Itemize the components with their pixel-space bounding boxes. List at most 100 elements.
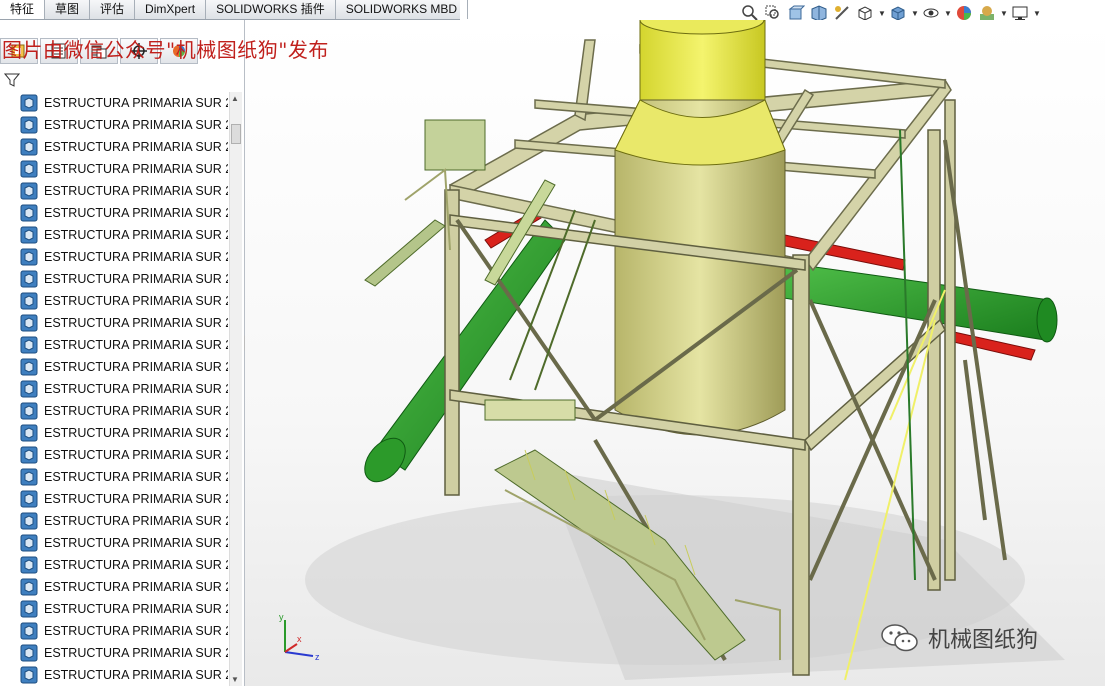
part-icon (20, 600, 38, 618)
graphics-viewport[interactable]: y z x (245, 20, 1105, 686)
tree-item-label: ESTRUCTURA PRIMARIA SUR 2- (44, 558, 228, 572)
part-icon (20, 380, 38, 398)
wechat-account-name: 机械图纸狗 (928, 628, 1039, 653)
feature-tree: ESTRUCTURA PRIMARIA SUR 2- ESTRUCTURA PRI… (20, 92, 228, 686)
tree-item-label: ESTRUCTURA PRIMARIA SUR 2- (44, 272, 228, 286)
tree-item-part[interactable]: ESTRUCTURA PRIMARIA SUR 2- (20, 554, 228, 576)
chevron-down-icon[interactable]: ▼ (1000, 9, 1008, 18)
tree-item-label: ESTRUCTURA PRIMARIA SUR 2- (44, 96, 228, 110)
tree-item-label: ESTRUCTURA PRIMARIA SUR 2- (44, 580, 228, 594)
tree-item-label: ESTRUCTURA PRIMARIA SUR 2- (44, 646, 228, 660)
feature-manager-panel: ESTRUCTURA PRIMARIA SUR 2- ESTRUCTURA PRI… (0, 20, 245, 686)
tree-item-part[interactable]: ESTRUCTURA PRIMARIA SUR 2- (20, 642, 228, 664)
tree-item-label: ESTRUCTURA PRIMARIA SUR 2- (44, 536, 228, 550)
part-icon (20, 226, 38, 244)
scrollbar-thumb[interactable] (231, 124, 241, 144)
part-icon (20, 336, 38, 354)
tab-solidworks-addins[interactable]: SOLIDWORKS 插件 (206, 0, 336, 19)
tree-item-label: ESTRUCTURA PRIMARIA SUR 2- (44, 316, 228, 330)
filter-icon[interactable] (3, 72, 21, 93)
tree-item-part[interactable]: ESTRUCTURA PRIMARIA SUR 2- (20, 576, 228, 598)
tree-item-label: ESTRUCTURA PRIMARIA SUR 2- (44, 118, 228, 132)
tab-solidworks-mbd[interactable]: SOLIDWORKS MBD (336, 0, 469, 19)
tree-item-part[interactable]: ESTRUCTURA PRIMARIA SUR 2- (20, 158, 228, 180)
part-icon (20, 292, 38, 310)
tree-item-label: ESTRUCTURA PRIMARIA SUR 2- (44, 382, 228, 396)
tree-item-part[interactable]: ESTRUCTURA PRIMARIA SUR 2- (20, 202, 228, 224)
steel-structure-model (305, 20, 1065, 681)
tree-item-part[interactable]: ESTRUCTURA PRIMARIA SUR 2- (20, 224, 228, 246)
triad-x-label: x (297, 634, 302, 644)
chevron-down-icon[interactable]: ▼ (1033, 9, 1041, 18)
part-icon (20, 424, 38, 442)
tree-item-label: ESTRUCTURA PRIMARIA SUR 2- (44, 206, 228, 220)
part-icon (20, 556, 38, 574)
tree-item-part[interactable]: ESTRUCTURA PRIMARIA SUR 2- (20, 510, 228, 532)
tree-item-part[interactable]: ESTRUCTURA PRIMARIA SUR 2- (20, 312, 228, 334)
tree-item-part[interactable]: ESTRUCTURA PRIMARIA SUR 2- (20, 422, 228, 444)
tree-item-part[interactable]: ESTRUCTURA PRIMARIA SUR 2- (20, 136, 228, 158)
tree-item-part[interactable]: ESTRUCTURA PRIMARIA SUR 2- (20, 268, 228, 290)
tab-evaluate[interactable]: 评估 (90, 0, 136, 19)
scroll-down-icon[interactable]: ▼ (231, 675, 239, 684)
wechat-icon (881, 624, 918, 652)
part-icon (20, 446, 38, 464)
part-icon (20, 204, 38, 222)
part-icon (20, 468, 38, 486)
tree-item-part[interactable]: ESTRUCTURA PRIMARIA SUR 2- (20, 114, 228, 136)
tree-item-part[interactable]: ESTRUCTURA PRIMARIA SUR 2- (20, 664, 228, 686)
tree-item-label: ESTRUCTURA PRIMARIA SUR 2- (44, 624, 228, 638)
tree-item-label: ESTRUCTURA PRIMARIA SUR 2- (44, 668, 228, 682)
part-icon (20, 578, 38, 596)
tree-item-label: ESTRUCTURA PRIMARIA SUR 2- (44, 448, 228, 462)
tree-item-part[interactable]: ESTRUCTURA PRIMARIA SUR 2- (20, 400, 228, 422)
tree-item-part[interactable]: ESTRUCTURA PRIMARIA SUR 2- (20, 180, 228, 202)
tree-item-part[interactable]: ESTRUCTURA PRIMARIA SUR 2- (20, 532, 228, 554)
triad-y-label: y (279, 612, 284, 622)
tab-features[interactable]: 特征 (0, 0, 46, 19)
part-icon (20, 116, 38, 134)
part-icon (20, 182, 38, 200)
tree-item-part[interactable]: ESTRUCTURA PRIMARIA SUR 2- (20, 488, 228, 510)
tree-item-part[interactable]: ESTRUCTURA PRIMARIA SUR 2- (20, 290, 228, 312)
tree-item-label: ESTRUCTURA PRIMARIA SUR 2- (44, 294, 228, 308)
part-icon (20, 138, 38, 156)
part-icon (20, 666, 38, 684)
part-icon (20, 512, 38, 530)
part-icon (20, 490, 38, 508)
tab-sketch[interactable]: 草图 (45, 0, 91, 19)
tree-item-label: ESTRUCTURA PRIMARIA SUR 2- (44, 338, 228, 352)
tree-item-label: ESTRUCTURA PRIMARIA SUR 2- (44, 470, 228, 484)
part-icon (20, 402, 38, 420)
tab-dimxpert[interactable]: DimXpert (135, 0, 207, 19)
tree-item-label: ESTRUCTURA PRIMARIA SUR 2- (44, 514, 228, 528)
coordinate-triad: y z x (279, 612, 320, 662)
tree-item-part[interactable]: ESTRUCTURA PRIMARIA SUR 2- (20, 356, 228, 378)
tree-item-label: ESTRUCTURA PRIMARIA SUR 2- (44, 228, 228, 242)
chevron-down-icon[interactable]: ▼ (944, 9, 952, 18)
tree-item-label: ESTRUCTURA PRIMARIA SUR 2- (44, 426, 228, 440)
scroll-up-icon[interactable]: ▲ (231, 94, 239, 103)
chevron-down-icon[interactable]: ▼ (911, 9, 919, 18)
watermark-text: 图片由微信公众号"机械图纸狗"发布 (2, 38, 329, 62)
tree-item-part[interactable]: ESTRUCTURA PRIMARIA SUR 2- (20, 334, 228, 356)
tree-item-part[interactable]: ESTRUCTURA PRIMARIA SUR 2- (20, 444, 228, 466)
triad-z-label: z (315, 652, 320, 662)
tree-item-part[interactable]: ESTRUCTURA PRIMARIA SUR 2- (20, 92, 228, 114)
part-icon (20, 644, 38, 662)
part-icon (20, 160, 38, 178)
tree-item-part[interactable]: ESTRUCTURA PRIMARIA SUR 2- (20, 598, 228, 620)
part-icon (20, 534, 38, 552)
tree-item-label: ESTRUCTURA PRIMARIA SUR 2- (44, 602, 228, 616)
part-icon (20, 94, 38, 112)
tree-item-part[interactable]: ESTRUCTURA PRIMARIA SUR 2- (20, 620, 228, 642)
part-icon (20, 358, 38, 376)
chevron-down-icon[interactable]: ▼ (878, 9, 886, 18)
tree-item-label: ESTRUCTURA PRIMARIA SUR 2- (44, 404, 228, 418)
tree-item-label: ESTRUCTURA PRIMARIA SUR 2- (44, 250, 228, 264)
tree-scrollbar[interactable]: ▲ ▼ (229, 92, 242, 686)
tree-item-part[interactable]: ESTRUCTURA PRIMARIA SUR 2- (20, 246, 228, 268)
tree-item-part[interactable]: ESTRUCTURA PRIMARIA SUR 2- (20, 378, 228, 400)
tree-item-part[interactable]: ESTRUCTURA PRIMARIA SUR 2- (20, 466, 228, 488)
tree-item-label: ESTRUCTURA PRIMARIA SUR 2- (44, 162, 228, 176)
